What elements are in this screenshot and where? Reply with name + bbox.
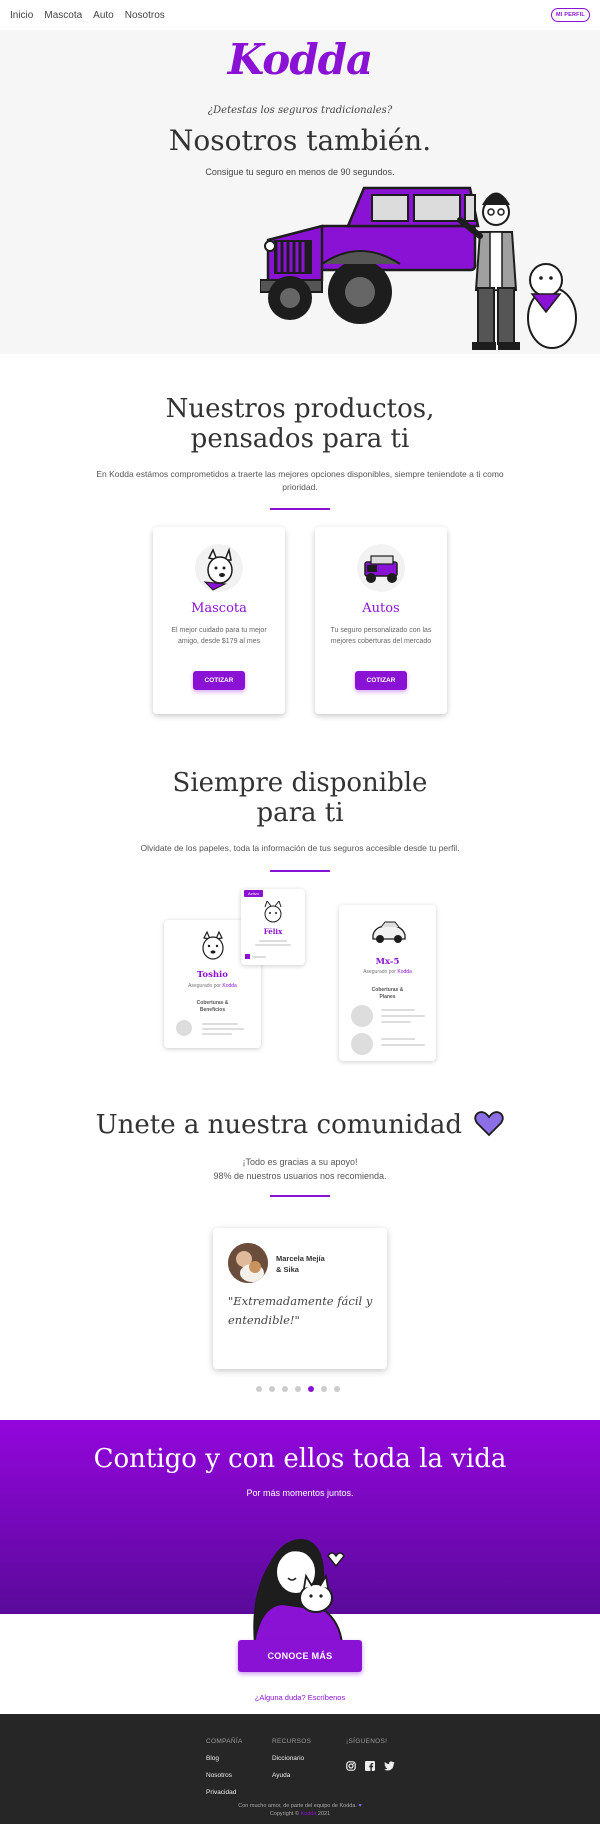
- nav-link-mascota[interactable]: Mascota: [44, 10, 82, 21]
- heart-icon: ♥: [358, 1803, 362, 1809]
- footer-link-ayuda[interactable]: Ayuda: [272, 1767, 311, 1784]
- available-description: Olvidate de los papeles, toda la informa…: [140, 843, 460, 853]
- heart-icon: [474, 1111, 504, 1137]
- pet-name: Toshio: [197, 970, 228, 980]
- products-title: Nuestros productos, pensados para ti: [0, 394, 600, 454]
- community-title-text: Unete a nuestra comunidad: [95, 1110, 462, 1140]
- footer-link-diccionario[interactable]: Diccionario: [272, 1750, 311, 1767]
- avatar: [228, 1243, 268, 1283]
- available-title-line2: para ti: [256, 798, 344, 828]
- products-divider: [270, 508, 330, 510]
- cta-subtitle: Por más momentos juntos.: [246, 1488, 354, 1498]
- hero-section: Kodda ¿Detestas los seguros tradicionale…: [0, 30, 600, 354]
- product-card-description: Tu seguro personalizado con las mejores …: [330, 627, 432, 645]
- hero-question: ¿Detestas los seguros tradicionales?: [207, 105, 393, 116]
- car-icon: [372, 921, 406, 943]
- footer-social-column: ¡SÍGUENOS!: [346, 1733, 387, 1750]
- available-title-line1: Siempre disponible: [172, 768, 428, 798]
- available-divider: [270, 870, 330, 872]
- coverage-label: Coberturas & Beneficios: [196, 1000, 229, 1013]
- dog-illustration: [195, 544, 243, 592]
- profile-button[interactable]: MI PERFIL: [551, 8, 590, 22]
- facebook-icon[interactable]: [365, 1758, 375, 1776]
- brand-logo[interactable]: Kodda: [0, 35, 600, 84]
- insured-by-label: Asegurado por Kodda: [188, 983, 237, 989]
- carousel-dot[interactable]: [269, 1386, 275, 1392]
- testimonial-card: Marcela Mejía & Sika "Extremadamente fác…: [213, 1228, 387, 1369]
- products-description: En Kodda estámos comprometidos a traerte…: [96, 469, 504, 492]
- footer-link-blog[interactable]: Blog: [206, 1750, 243, 1767]
- product-card-mascota[interactable]: Mascota El mejor cuidado para tu mejor a…: [153, 527, 285, 714]
- pet-name: Félix: [263, 927, 283, 936]
- product-card-title: Autos: [362, 601, 400, 616]
- footer-heading: RECURSOS: [272, 1738, 312, 1745]
- footer-company-column: COMPAÑÍA Blog Nosotros Privacidad: [206, 1733, 243, 1801]
- community-title: Unete a nuestra comunidad: [0, 1110, 600, 1140]
- footer-resources-column: RECURSOS Diccionario Ayuda: [272, 1733, 311, 1784]
- carousel-dot[interactable]: [282, 1386, 288, 1392]
- community-line2: 98% de nuestros usuarios nos recomienda.: [213, 1171, 387, 1181]
- conoce-mas-button[interactable]: CONOCE MÁS: [238, 1640, 362, 1672]
- cat-icon: [264, 901, 282, 923]
- insured-by-label: Asegurado por Kodda: [363, 969, 412, 975]
- woman-cat-illustration: [252, 1539, 345, 1644]
- community-divider: [270, 1195, 330, 1197]
- cta-title: Contigo y con ellos toda la vida: [93, 1444, 507, 1474]
- carousel-dot-active[interactable]: [308, 1386, 314, 1392]
- hero-subtitle: Consigue tu seguro en menos de 90 segund…: [205, 167, 395, 177]
- social-icons: [346, 1758, 404, 1776]
- copyright: Copyright © Kodda 2021: [269, 1811, 331, 1817]
- twitter-icon[interactable]: [384, 1758, 395, 1776]
- car-illustration: [357, 544, 405, 592]
- footer: COMPAÑÍA Blog Nosotros Privacidad RECURS…: [0, 1714, 600, 1824]
- nav-link-auto[interactable]: Auto: [93, 10, 114, 21]
- carousel-dot[interactable]: [295, 1386, 301, 1392]
- carousel-dot[interactable]: [256, 1386, 262, 1392]
- contact-link[interactable]: ¿Alguna duda? Escríbenos: [0, 1693, 600, 1702]
- products-title-line2: pensados para ti: [190, 424, 410, 454]
- testimonial-author: Marcela Mejía & Sika: [276, 1254, 325, 1274]
- phone-mockup-mx5: Mx-5 Asegurado por Kodda Coberturas & Pla…: [339, 905, 436, 1061]
- available-title: Siempre disponible para ti: [0, 768, 600, 828]
- footer-link-nosotros[interactable]: Nosotros: [206, 1767, 243, 1784]
- top-nav: Inicio Mascota Auto Nosotros MI PERFIL: [0, 0, 600, 30]
- nav-link-inicio[interactable]: Inicio: [10, 10, 33, 21]
- carousel-dot[interactable]: [321, 1386, 327, 1392]
- cotizar-mascota-button[interactable]: COTIZAR: [193, 671, 245, 690]
- product-card-autos[interactable]: Autos Tu seguro personalizado con las me…: [315, 527, 447, 714]
- instagram-icon[interactable]: [346, 1758, 356, 1776]
- dog-icon: [202, 930, 224, 960]
- testimonial-quote: "Extremadamente fácil y entendible!": [228, 1294, 373, 1327]
- hero-illustration: [260, 186, 577, 350]
- cotizar-autos-button[interactable]: COTIZAR: [355, 671, 407, 690]
- product-card-description: El mejor cuidado para tu mejor amigo, de…: [171, 627, 267, 645]
- coverage-label: Coberturas & Planes: [371, 987, 404, 1000]
- carousel-dots: [256, 1386, 347, 1392]
- nav-link-nosotros[interactable]: Nosotros: [125, 10, 165, 21]
- status-badge: Activo: [244, 890, 263, 897]
- phone-mockup-felix: Activo Félix: [241, 889, 305, 965]
- community-line1: ¡Todo es gracias a su apoyo!: [242, 1157, 358, 1167]
- community-text: ¡Todo es gracias a su apoyo! 98% de nues…: [0, 1155, 600, 1183]
- footer-note-text: Con mucho amor, de parte del equipo de K…: [238, 1803, 357, 1809]
- footer-heading: ¡SÍGUENOS!: [346, 1738, 388, 1745]
- footer-note: Con mucho amor, de parte del equipo de K…: [0, 1802, 600, 1818]
- footer-link-privacidad[interactable]: Privacidad: [206, 1784, 243, 1801]
- product-card-title: Mascota: [191, 601, 247, 616]
- footer-heading: COMPAÑÍA: [206, 1738, 243, 1745]
- carousel-dot[interactable]: [334, 1386, 340, 1392]
- car-name: Mx-5: [375, 957, 400, 967]
- products-title-line1: Nuestros productos,: [165, 394, 435, 424]
- hero-headline: Nosotros también.: [168, 124, 432, 157]
